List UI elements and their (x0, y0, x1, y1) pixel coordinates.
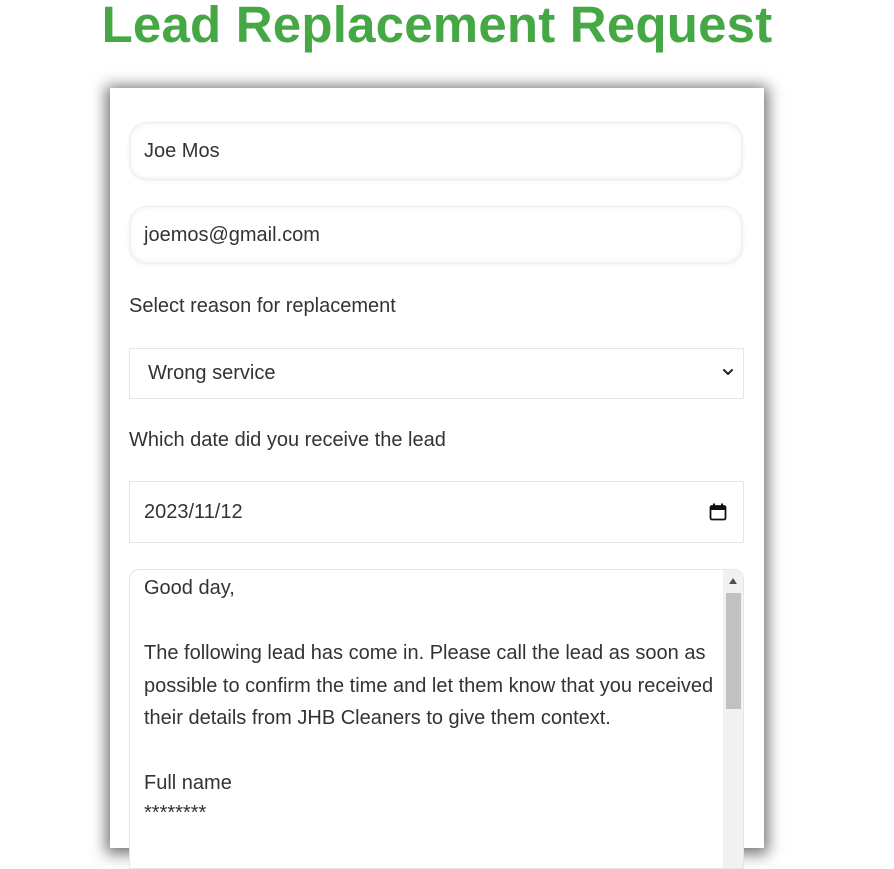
request-form-card: Joe Mos joemos@gmail.com Select reason f… (110, 88, 764, 869)
reason-select[interactable]: Wrong service (129, 348, 744, 399)
message-text: Good day, The following lead has come in… (144, 572, 714, 826)
date-input[interactable]: 2023/11/12 (129, 481, 744, 543)
textarea-scrollbar[interactable] (723, 570, 743, 868)
message-field-label: Full name (144, 772, 232, 794)
name-field-value: Joe Mos (144, 139, 220, 162)
scroll-up-arrow-icon[interactable] (728, 577, 738, 585)
message-greeting: Good day, (144, 577, 235, 599)
reason-select-value: Wrong service (148, 362, 276, 384)
email-field-value: joemos@gmail.com (144, 223, 320, 246)
scrollbar-thumb[interactable] (726, 593, 741, 709)
email-field[interactable]: joemos@gmail.com (129, 206, 743, 264)
reason-label: Select reason for replacement (129, 295, 396, 317)
date-label: Which date did you receive the lead (129, 429, 446, 451)
page-title: Lead Replacement Request (101, 0, 773, 53)
message-textarea[interactable]: Good day, The following lead has come in… (129, 569, 744, 869)
calendar-icon[interactable] (709, 503, 727, 521)
date-input-value: 2023/11/12 (144, 500, 243, 523)
message-body: The following lead has come in. Please c… (144, 642, 714, 729)
message-field-value: ******** (144, 801, 207, 824)
name-field[interactable]: Joe Mos (129, 122, 743, 180)
chevron-down-icon (723, 369, 733, 375)
